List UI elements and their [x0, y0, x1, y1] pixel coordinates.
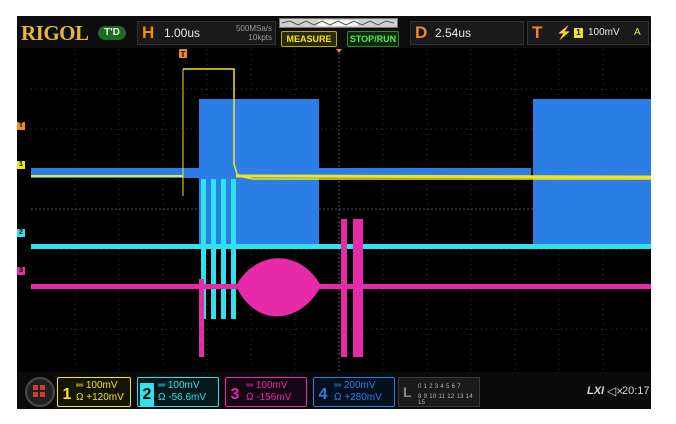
svg-text:T: T	[181, 50, 186, 59]
delay-value: 2.54us	[435, 26, 472, 40]
logic-row-1: 0 1 2 3 4 5 6 7	[418, 384, 461, 390]
ch1-offset: Ω +120mV	[76, 392, 124, 403]
logic-key: L	[403, 384, 412, 400]
ch4-settings[interactable]: 4 ═ 200mV Ω +280mV	[313, 377, 395, 407]
bottom-channel-bar: 1 ═ 100mV Ω +120mV 2 ═ 100mV Ω -56.6mV 3…	[17, 372, 651, 409]
waveform-display[interactable]: T	[31, 49, 651, 371]
logic-row-2: 8 9 10 11 12 13 14 15	[418, 394, 473, 406]
memory-position-bar[interactable]	[279, 18, 398, 28]
sample-rate: 500MSa/s	[235, 24, 272, 33]
trigger-mode: A	[634, 27, 641, 38]
ch1-settings[interactable]: 1 ═ 100mV Ω +120mV	[57, 377, 131, 407]
ch2-scale: ═ 100mV	[158, 380, 200, 391]
stop-run-button[interactable]: STOP/RUN	[347, 31, 399, 47]
ch2-ground-marker[interactable]: 2	[17, 229, 25, 237]
trigger-source: 1	[574, 28, 583, 38]
oscilloscope-screen: RIGOL T'D H 1.00us 500MSa/s 10kpts MEASU…	[17, 16, 651, 409]
ch2-settings[interactable]: 2 ═ 100mV Ω -56.6mV	[137, 377, 219, 407]
ch3-offset: Ω -156mV	[246, 392, 292, 403]
trigger-panel[interactable]: T ⚡ 1 100mV A	[527, 21, 649, 45]
trigger-edge-icon: ⚡	[556, 25, 573, 40]
trigger-level-marker[interactable]: T	[17, 122, 25, 130]
lxi-icon: LXI	[587, 385, 605, 397]
ch4-number: 4	[318, 386, 328, 403]
main-menu-button[interactable]	[25, 377, 55, 407]
delay-key: D	[415, 23, 428, 42]
timebase-value: 1.00us	[164, 26, 201, 40]
trigger-level: 100mV	[588, 27, 620, 38]
ch4-scale: ═ 200mV	[334, 380, 376, 391]
trigger-key: T	[532, 23, 543, 42]
ch3-ground-marker[interactable]: 3	[17, 267, 25, 275]
horizontal-key: H	[142, 23, 155, 42]
memory-depth: 10kpts	[248, 33, 272, 42]
ch3-number: 3	[230, 386, 240, 403]
ch3-scale: ═ 100mV	[246, 380, 288, 391]
system-clock: 20:17	[622, 385, 650, 397]
trigger-position-marker: T	[179, 49, 187, 59]
memory-waveform-preview	[280, 19, 397, 27]
ch4-offset: Ω +280mV	[334, 392, 382, 403]
ch1-ground-marker[interactable]: 1	[17, 161, 25, 169]
brand-logo: RIGOL	[21, 21, 89, 45]
logic-channels-panel[interactable]: L 0 1 2 3 4 5 6 7 8 9 10 11 12 13 14 15	[398, 377, 480, 407]
horizontal-panel[interactable]: H 1.00us 500MSa/s 10kpts	[137, 21, 276, 45]
ch2-number: 2	[140, 383, 154, 407]
ch2-offset: Ω -56.6mV	[158, 392, 207, 403]
speaker-muted-icon[interactable]: ◁×	[607, 384, 623, 398]
ch1-number: 1	[62, 386, 72, 403]
run-state-badge[interactable]: T'D	[98, 26, 126, 40]
measure-button[interactable]: MEASURE	[281, 31, 337, 47]
top-status-bar: RIGOL T'D H 1.00us 500MSa/s 10kpts MEASU…	[17, 16, 651, 48]
ch3-settings[interactable]: 3 ═ 100mV Ω -156mV	[225, 377, 307, 407]
ch1-scale: ═ 100mV	[76, 380, 118, 391]
menu-grid-icon	[33, 385, 38, 390]
delay-panel[interactable]: D 2.54us	[410, 21, 524, 45]
